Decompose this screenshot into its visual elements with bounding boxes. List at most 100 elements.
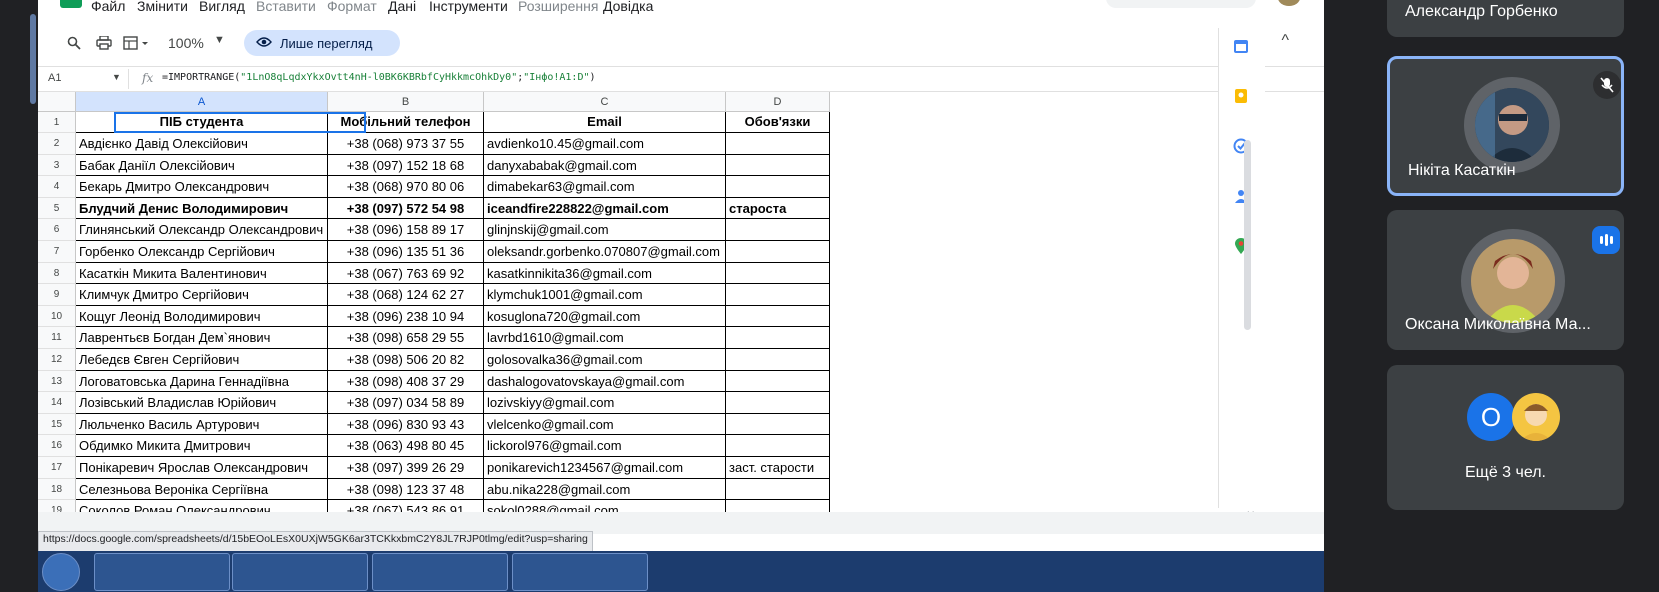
- row-header[interactable]: 14: [38, 392, 76, 414]
- cell-email[interactable]: danyxababak@gmail.com: [484, 154, 726, 177]
- row-header[interactable]: 9: [38, 284, 76, 306]
- header-cell-email[interactable]: Email: [484, 112, 726, 133]
- row-header[interactable]: 15: [38, 413, 76, 436]
- cell-name[interactable]: Климчук Дмитро Сергійович: [76, 284, 328, 306]
- cell-email[interactable]: ponikarevich1234567@gmail.com: [484, 457, 726, 479]
- row-header[interactable]: 4: [38, 176, 76, 198]
- cell-name[interactable]: Селезньова Вероніка Сергіївна: [76, 478, 328, 501]
- cell-duty[interactable]: [726, 241, 830, 263]
- collapse-menu-icon[interactable]: ^: [1281, 32, 1289, 50]
- cell-name[interactable]: Глинянський Олександр Олександрович: [76, 219, 328, 241]
- menu-data[interactable]: Дані: [388, 0, 416, 14]
- cell-duty[interactable]: [726, 154, 830, 177]
- cell-email[interactable]: klymchuk1001@gmail.com: [484, 284, 726, 306]
- cell-name[interactable]: Понікаревич Ярослав Олександрович: [76, 457, 328, 479]
- participant-tile-more[interactable]: О Ещё 3 чел.: [1387, 365, 1624, 510]
- presenter-handle[interactable]: [30, 14, 36, 104]
- cell-duty[interactable]: [726, 478, 830, 501]
- cell-email[interactable]: vlelcenko@gmail.com: [484, 413, 726, 436]
- row-header[interactable]: 3: [38, 154, 76, 177]
- row-header[interactable]: 13: [38, 370, 76, 393]
- row-header[interactable]: 10: [38, 305, 76, 328]
- taskbar-app-4[interactable]: [512, 553, 648, 591]
- row-header[interactable]: 1: [38, 112, 76, 133]
- cell-duty[interactable]: [726, 305, 830, 328]
- cell-phone[interactable]: +38 (097) 034 58 89: [328, 392, 484, 414]
- taskbar-app-1[interactable]: [94, 553, 230, 591]
- participant-tile-1[interactable]: Александр Горбенко: [1387, 0, 1624, 37]
- cell-email[interactable]: iceandfire228822@gmail.com: [484, 197, 726, 220]
- print-icon[interactable]: [92, 32, 116, 54]
- cell-email[interactable]: dashalogovatovskaya@gmail.com: [484, 370, 726, 393]
- cell-duty[interactable]: староста: [726, 197, 830, 220]
- cell-name[interactable]: Обдимко Микита Дмитрович: [76, 435, 328, 457]
- cell-phone[interactable]: +38 (097) 152 18 68: [328, 154, 484, 177]
- vertical-scrollbar[interactable]: [1244, 140, 1251, 330]
- cell-phone[interactable]: +38 (067) 763 69 92: [328, 262, 484, 285]
- cell-email[interactable]: oleksandr.gorbenko.070807@gmail.com: [484, 241, 726, 263]
- row-header[interactable]: 12: [38, 349, 76, 371]
- row-header[interactable]: 16: [38, 435, 76, 457]
- cell-phone[interactable]: +38 (068) 970 80 06: [328, 176, 484, 198]
- cell-duty[interactable]: [726, 435, 830, 457]
- chevron-down-icon[interactable]: ▼: [214, 34, 225, 46]
- calendar-icon[interactable]: [1231, 36, 1251, 56]
- top-search-field[interactable]: [1106, 0, 1256, 8]
- cell-name[interactable]: Лаврентьєв Богдан Дем`янович: [76, 327, 328, 349]
- cell-name[interactable]: Логоватовська Дарина Геннадіївна: [76, 370, 328, 393]
- cell-duty[interactable]: [726, 176, 830, 198]
- cell-phone[interactable]: +38 (096) 158 89 17: [328, 219, 484, 241]
- cell-duty[interactable]: [726, 219, 830, 241]
- cell-duty[interactable]: [726, 133, 830, 155]
- format-icon[interactable]: [120, 32, 154, 54]
- cell-duty[interactable]: [726, 349, 830, 371]
- cell-name[interactable]: Бабак Даніїл Олексійович: [76, 154, 328, 177]
- row-header[interactable]: 18: [38, 478, 76, 501]
- cell-name[interactable]: Авдієнко Давід Олексійович: [76, 133, 328, 155]
- name-box[interactable]: A1: [48, 72, 61, 84]
- cell-duty[interactable]: [726, 284, 830, 306]
- cell-phone[interactable]: +38 (098) 506 20 82: [328, 349, 484, 371]
- cell-email[interactable]: lavrbd1610@gmail.com: [484, 327, 726, 349]
- cell-phone[interactable]: +38 (068) 973 37 55: [328, 133, 484, 155]
- menu-extensions[interactable]: Розширення: [518, 0, 598, 14]
- row-header[interactable]: 6: [38, 219, 76, 241]
- participant-tile-2[interactable]: Нікіта Касаткін: [1387, 56, 1624, 196]
- cell-email[interactable]: avdienko10.45@gmail.com: [484, 133, 726, 155]
- menu-tools[interactable]: Інструменти: [429, 0, 508, 14]
- cell-email[interactable]: abu.nika228@gmail.com: [484, 478, 726, 501]
- cell-phone[interactable]: +38 (097) 572 54 98: [328, 197, 484, 220]
- cell-phone[interactable]: +38 (096) 238 10 94: [328, 305, 484, 328]
- menu-edit[interactable]: Змінити: [137, 0, 188, 14]
- cell-email[interactable]: lickorol976@gmail.com: [484, 435, 726, 457]
- start-button[interactable]: [42, 553, 80, 591]
- cell-name[interactable]: Блудчий Денис Володимирович: [76, 197, 328, 220]
- menu-insert[interactable]: Вставити: [256, 0, 316, 14]
- column-header-a[interactable]: A: [76, 92, 328, 112]
- header-cell-name[interactable]: ПІБ студента: [76, 112, 328, 133]
- cell-duty[interactable]: заст. старости: [726, 457, 830, 479]
- cell-phone[interactable]: +38 (098) 658 29 55: [328, 327, 484, 349]
- menu-view[interactable]: Вигляд: [199, 0, 245, 14]
- select-all-corner[interactable]: [38, 92, 76, 112]
- header-cell-duty[interactable]: Обов'язки: [726, 112, 830, 133]
- cell-name[interactable]: Лебедєв Євген Сергійович: [76, 349, 328, 371]
- column-header-b[interactable]: B: [328, 92, 484, 112]
- cell-phone[interactable]: +38 (096) 135 51 36: [328, 241, 484, 263]
- cell-email[interactable]: golosovalka36@gmail.com: [484, 349, 726, 371]
- cell-name[interactable]: Люльченко Василь Артурович: [76, 413, 328, 436]
- cell-email[interactable]: glinjnskij@gmail.com: [484, 219, 726, 241]
- column-header-d[interactable]: D: [726, 92, 830, 112]
- taskbar-app-3[interactable]: [372, 553, 508, 591]
- row-header[interactable]: 7: [38, 241, 76, 263]
- cell-duty[interactable]: [726, 392, 830, 414]
- row-header[interactable]: 5: [38, 197, 76, 220]
- menu-format[interactable]: Формат: [327, 0, 377, 14]
- cell-phone[interactable]: +38 (097) 399 26 29: [328, 457, 484, 479]
- participant-tile-3[interactable]: Оксана Миколаївна Ма...: [1387, 210, 1624, 350]
- cell-phone[interactable]: +38 (096) 830 93 43: [328, 413, 484, 436]
- row-header[interactable]: 2: [38, 133, 76, 155]
- cell-phone[interactable]: +38 (098) 123 37 48: [328, 478, 484, 501]
- cell-name[interactable]: Касаткін Микита Валентинович: [76, 262, 328, 285]
- cell-name[interactable]: Горбенко Олександр Сергійович: [76, 241, 328, 263]
